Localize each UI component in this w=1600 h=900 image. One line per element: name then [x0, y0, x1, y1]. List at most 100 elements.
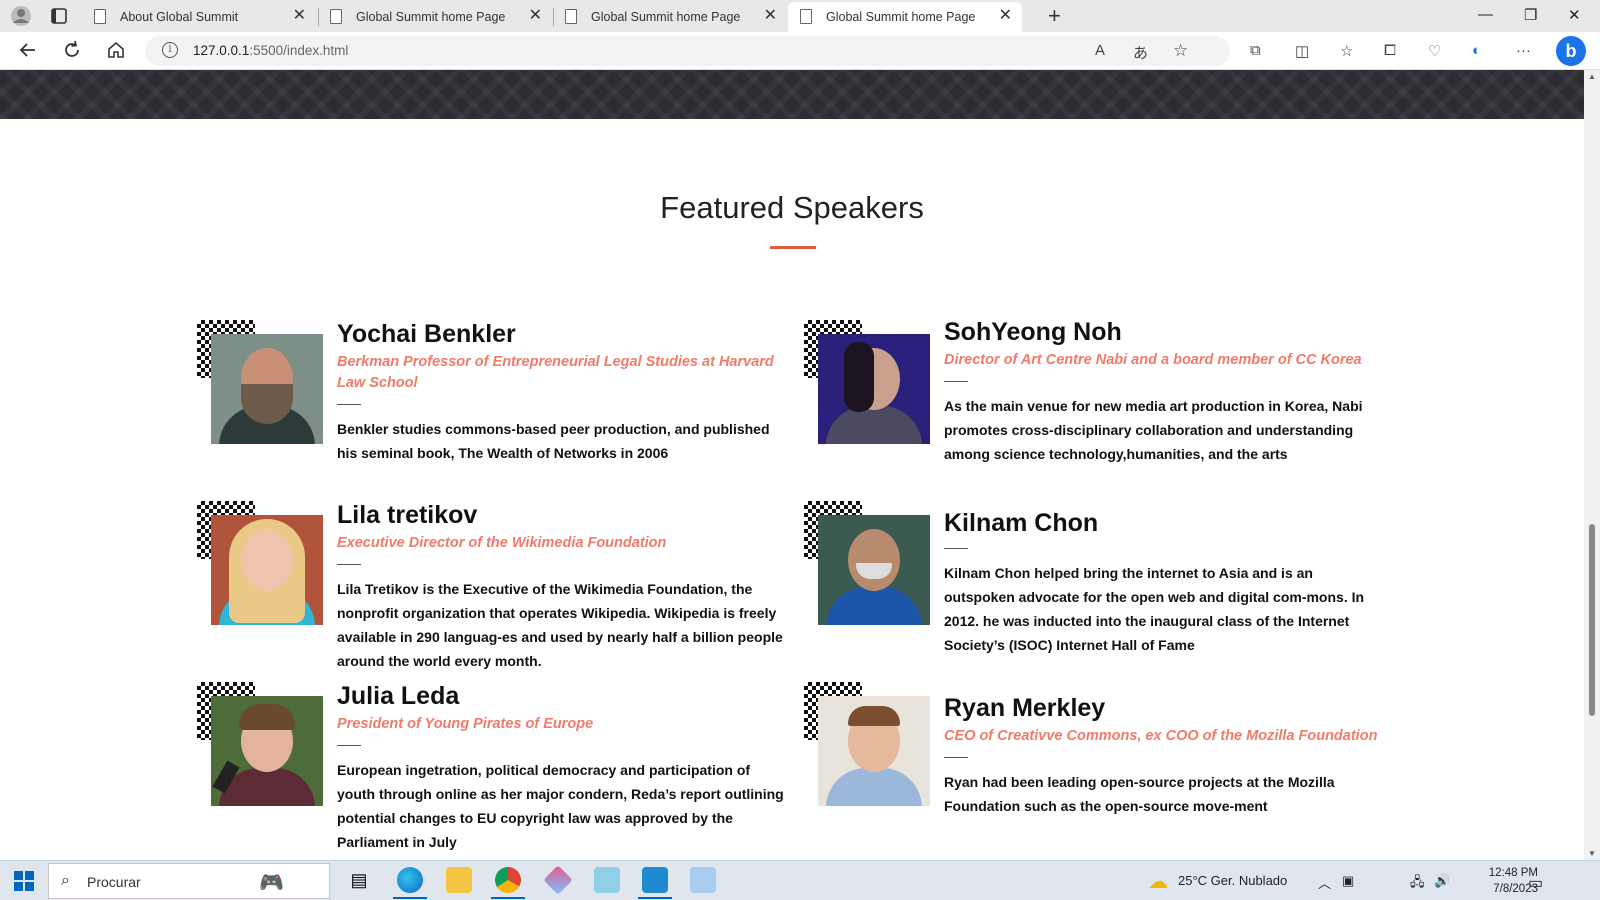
page-icon: [330, 9, 342, 24]
speaker-name: SohYeong Noh: [944, 318, 1122, 346]
page-icon: [800, 9, 812, 24]
close-tab-icon[interactable]: ✕: [293, 8, 306, 24]
url-text[interactable]: 127.0.0.1:5500/index.html: [193, 43, 348, 58]
file-explorer-icon[interactable]: [446, 867, 472, 893]
speaker-description: Benkler studies commons-based peer produ…: [337, 421, 770, 461]
divider: [337, 404, 361, 405]
search-icon: ⌕: [61, 872, 70, 889]
divider: [337, 745, 361, 746]
close-tab-icon[interactable]: ✕: [764, 8, 777, 24]
url-host: 127.0.0.1: [193, 43, 250, 58]
collections-icon[interactable]: ⧠: [1384, 42, 1396, 59]
speaker-name: Julia Leda: [337, 682, 460, 710]
url-field[interactable]: i 127.0.0.1:5500/index.html A あ ☆: [145, 36, 1230, 66]
read-aloud-icon[interactable]: A: [1095, 42, 1105, 59]
taskbar-search[interactable]: ⌕ Procurar 🎮: [48, 863, 330, 899]
divider: [944, 757, 968, 758]
windows-taskbar: ⌕ Procurar 🎮 ▤ ☁ 25°C Ger. Nublado ︿ ▣ 🖧…: [0, 860, 1600, 900]
page-icon: [565, 9, 577, 24]
close-tab-icon[interactable]: ✕: [999, 8, 1012, 24]
translate-icon[interactable]: あ: [1133, 42, 1148, 63]
tab-label: Global Summit home Page: [356, 10, 506, 24]
speaker-role: Director of Art Centre Nabi and a board …: [944, 352, 1362, 368]
favorite-star-icon[interactable]: ☆: [1173, 41, 1188, 61]
scroll-up-icon[interactable]: ▲: [1588, 72, 1596, 81]
edge-bar-icon[interactable]: ◐: [1472, 42, 1481, 59]
page-viewport: Featured Speakers Yochai Benkler Berkman…: [0, 70, 1584, 860]
divider: [337, 564, 361, 565]
close-window-button[interactable]: ✕: [1568, 6, 1581, 24]
search-highlight-icon: 🎮: [259, 872, 284, 894]
divider: [944, 548, 968, 549]
tab-home-active[interactable]: Global Summit home Page ✕: [788, 2, 1022, 32]
chrome-icon[interactable]: [491, 867, 525, 899]
speaker-description: European ingetration, political democrac…: [337, 762, 784, 850]
speaker-description: Lila Tretikov is the Executive of the Wi…: [337, 581, 783, 669]
speaker-description: As the main venue for new media art prod…: [944, 398, 1363, 462]
volume-icon[interactable]: 🔊: [1434, 873, 1450, 889]
browser-tab-bar: About Global Summit ✕ Global Summit home…: [0, 0, 1600, 32]
bing-chat-icon[interactable]: b: [1556, 36, 1586, 66]
scrollbar-thumb[interactable]: [1589, 524, 1595, 716]
page-icon: [94, 9, 106, 24]
speaker-role: Berkman Professor of Entrepreneurial Leg…: [337, 354, 774, 391]
url-path: :5500/index.html: [249, 43, 349, 58]
profile-icon[interactable]: [10, 5, 32, 27]
home-button[interactable]: [106, 40, 126, 65]
speaker-name: Ryan Merkley: [944, 694, 1106, 722]
chevron-up-icon[interactable]: ︿: [1318, 873, 1331, 892]
network-icon[interactable]: 🖧: [1410, 873, 1425, 895]
split-screen-icon[interactable]: ◫: [1295, 42, 1309, 60]
extensions-icon[interactable]: ⧉: [1250, 42, 1261, 59]
new-tab-button[interactable]: +: [1048, 3, 1061, 29]
speaker-role: Executive Director of the Wikimedia Foun…: [337, 535, 667, 551]
speaker-photo: [211, 696, 323, 806]
speaker-photo: [818, 334, 930, 444]
title-underline: [770, 246, 816, 249]
section-title: Featured Speakers: [660, 190, 924, 225]
tab-actions-icon[interactable]: [48, 5, 70, 27]
notifications-icon[interactable]: ▭: [1528, 873, 1543, 893]
address-bar-row: i 127.0.0.1:5500/index.html A あ ☆ ⧉ ◫ ☆ …: [0, 32, 1600, 70]
browser-essentials-icon[interactable]: ♡: [1428, 42, 1441, 60]
refresh-button[interactable]: [62, 40, 82, 65]
page-scrollbar[interactable]: ▲ ▼: [1584, 70, 1600, 860]
search-placeholder: Procurar: [87, 874, 141, 890]
speaker-role: President of Young Pirates of Europe: [337, 716, 594, 732]
speaker-photo: [818, 515, 930, 625]
remote-desktop-icon[interactable]: [690, 867, 716, 893]
tab-label: Global Summit home Page: [826, 10, 976, 24]
speaker-role: CEO of Creativve Commons, ex COO of the …: [944, 728, 1378, 744]
meet-icon[interactable]: ▣: [1342, 873, 1354, 889]
more-menu-icon[interactable]: ···: [1516, 42, 1531, 59]
edge-taskbar-icon[interactable]: [393, 867, 427, 899]
speaker-description: Ryan had been leading open-source projec…: [944, 774, 1335, 814]
restore-button[interactable]: ❐: [1524, 6, 1537, 24]
tab-home-2[interactable]: Global Summit home Page ✕: [553, 2, 787, 32]
tab-label: About Global Summit: [120, 10, 239, 24]
task-view-icon[interactable]: ▤: [346, 867, 372, 893]
notepad-icon[interactable]: [594, 867, 620, 893]
speaker-description: Kilnam Chon helped bring the internet to…: [944, 565, 1365, 653]
weather-text[interactable]: 25°C Ger. Nublado: [1178, 873, 1287, 888]
weather-icon[interactable]: ☁: [1148, 869, 1168, 894]
minimize-button[interactable]: —: [1478, 6, 1493, 23]
vscode-icon[interactable]: [638, 867, 672, 899]
site-info-icon[interactable]: i: [162, 42, 178, 58]
back-button[interactable]: [18, 40, 38, 65]
app-icon[interactable]: [543, 865, 573, 895]
tab-label: Global Summit home Page: [591, 10, 741, 24]
tab-about[interactable]: About Global Summit ✕: [82, 2, 316, 32]
speaker-photo: [211, 515, 323, 625]
close-tab-icon[interactable]: ✕: [529, 8, 542, 24]
divider: [944, 381, 968, 382]
speaker-name: Kilnam Chon: [944, 509, 1099, 537]
scroll-down-icon[interactable]: ▼: [1588, 849, 1596, 858]
favorites-icon[interactable]: ☆: [1340, 42, 1353, 60]
header-banner: [0, 70, 1584, 119]
speaker-name: Lila tretikov: [337, 501, 478, 529]
windows-start-icon[interactable]: [14, 871, 34, 891]
speaker-name: Yochai Benkler: [337, 320, 516, 348]
tab-home-1[interactable]: Global Summit home Page ✕: [318, 2, 552, 32]
speaker-photo: [818, 696, 930, 806]
